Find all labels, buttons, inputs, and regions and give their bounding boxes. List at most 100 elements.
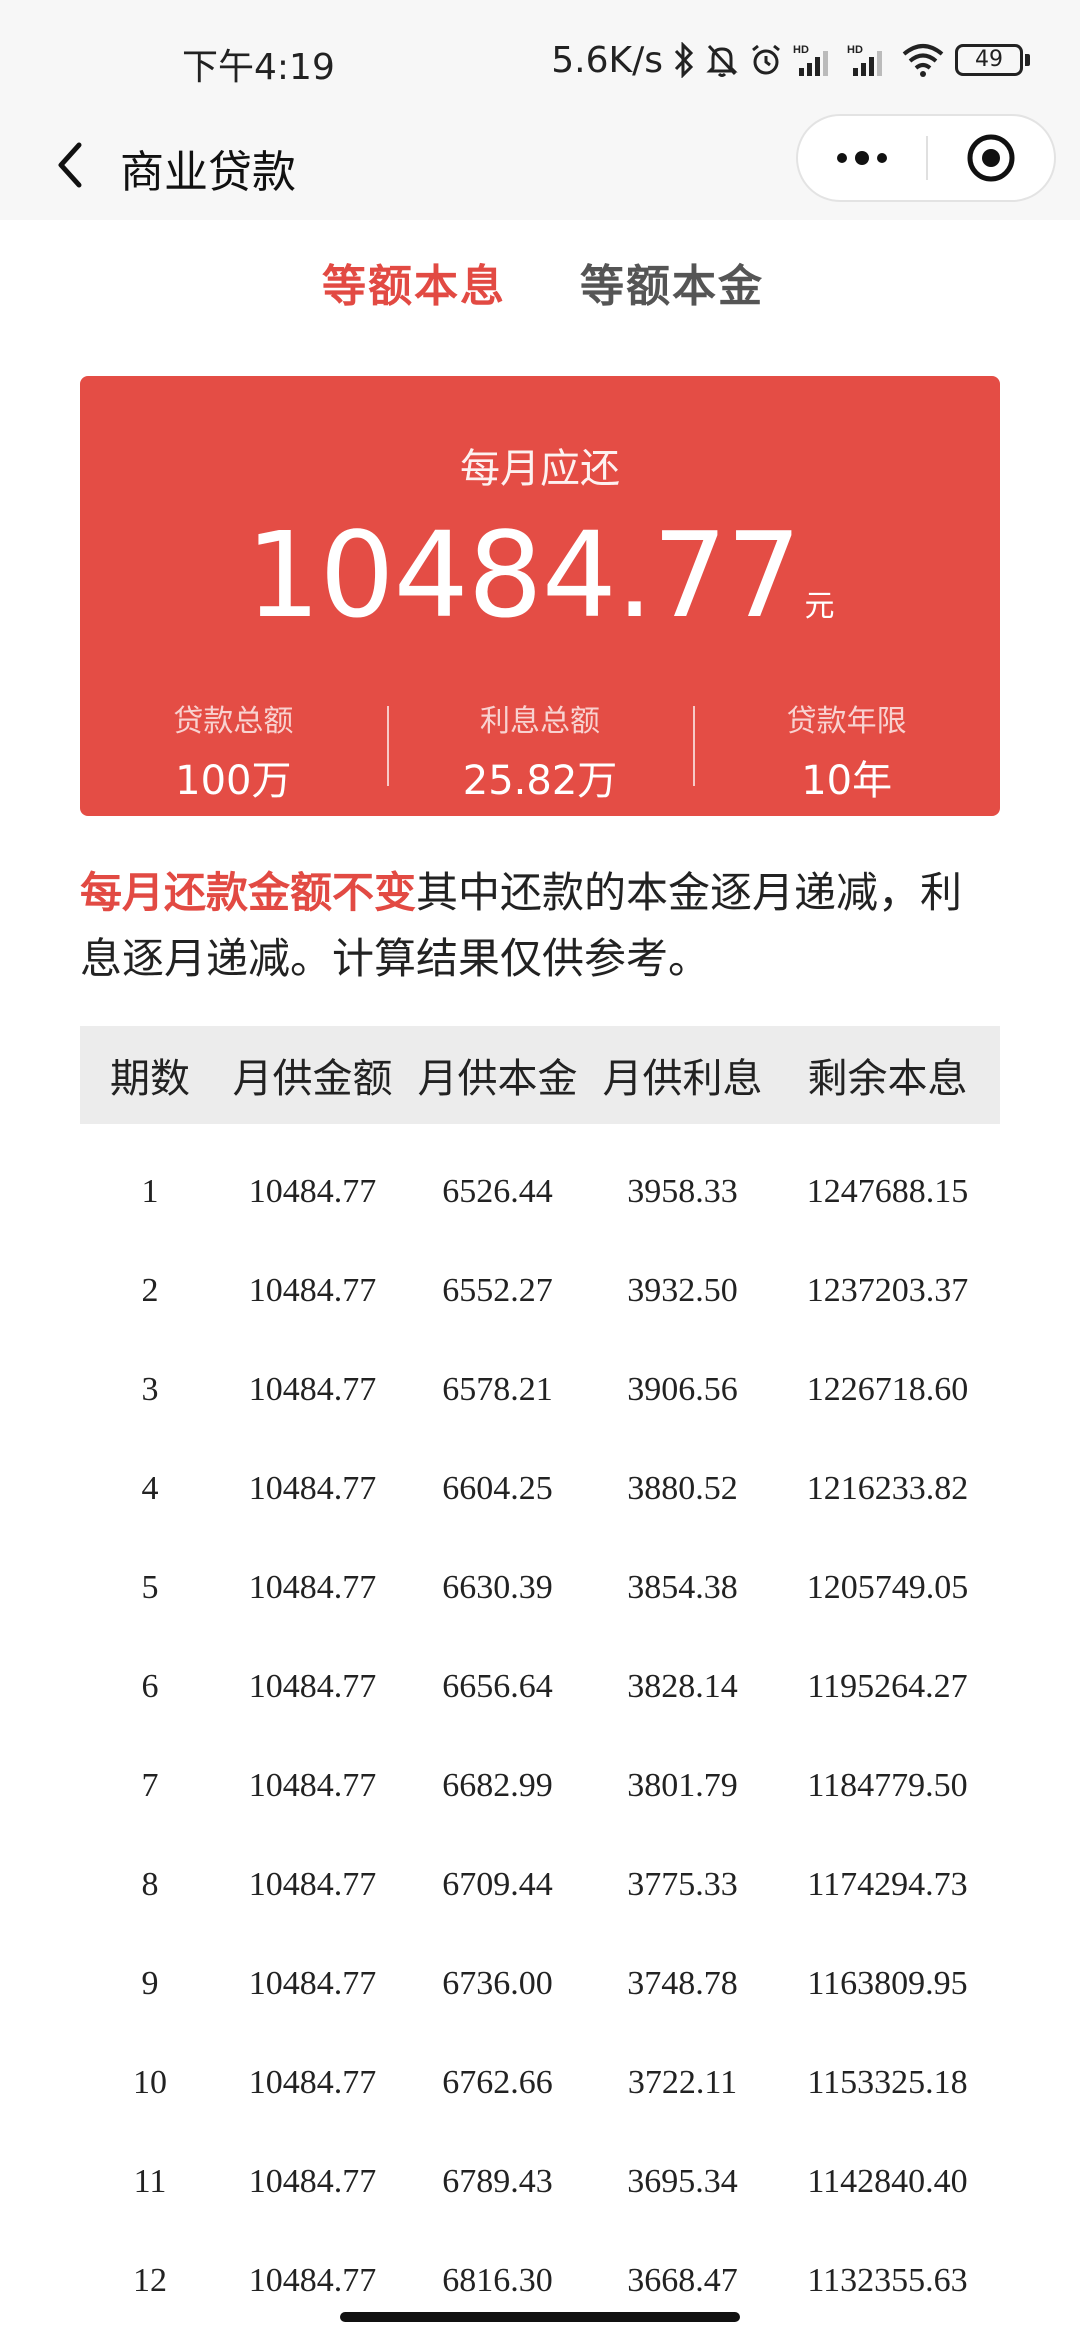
chevron-left-icon [58, 142, 82, 188]
explanation-note: 每月还款金额不变其中还款的本金逐月递减，利息逐月递减。计算结果仅供参考。 [80, 860, 1000, 992]
status-icons: 5.6K/s HD HD 49 [551, 36, 1030, 84]
cell-principal: 6762.66 [442, 2063, 553, 2101]
cell-interest: 3958.33 [627, 1172, 738, 1210]
cell-principal: 6816.30 [442, 2261, 553, 2299]
cell-period: 5 [141, 1568, 159, 1606]
more-dots-icon [837, 153, 847, 163]
table-row: 6 10484.77 6656.64 3828.14 1195264.27 [80, 1637, 1000, 1736]
stat-interest-total: 利息总额 25.82万 [386, 696, 694, 804]
cell-payment: 10484.77 [248, 2261, 377, 2299]
cell-remaining: 1216233.82 [806, 1469, 969, 1507]
cell-payment: 10484.77 [248, 2063, 377, 2101]
stat-label: 贷款年限 [786, 704, 907, 739]
table-row: 11 10484.77 6789.43 3695.34 1142840.40 [80, 2132, 1000, 2231]
monthly-payment: 10484.77 元 [80, 506, 1000, 644]
cell-principal: 6682.99 [442, 1766, 553, 1804]
monthly-payment-unit: 元 [804, 589, 835, 624]
cell-remaining: 1237203.37 [806, 1271, 969, 1309]
tab-equal-installment[interactable]: 等额本息 [322, 250, 506, 314]
table-header: 期数 月供金额 月供本金 月供利息 剩余本息 [80, 1026, 1000, 1124]
cell-period: 7 [141, 1766, 159, 1804]
mini-program-capsule [796, 114, 1056, 202]
table-row: 10 10484.77 6762.66 3722.11 1153325.18 [80, 2033, 1000, 2132]
table-row: 4 10484.77 6604.25 3880.52 1216233.82 [80, 1439, 1000, 1538]
cell-principal: 6552.27 [442, 1271, 553, 1309]
table-row: 9 10484.77 6736.00 3748.78 1163809.95 [80, 1934, 1000, 2033]
table-row: 8 10484.77 6709.44 3775.33 1174294.73 [80, 1835, 1000, 1934]
stat-label: 利息总额 [480, 704, 600, 739]
cell-interest: 3828.14 [627, 1667, 738, 1705]
page-title: 商业贷款 [120, 147, 296, 198]
cell-remaining: 1174294.73 [807, 1865, 968, 1903]
tab-equal-principal[interactable]: 等额本金 [580, 250, 764, 314]
more-button[interactable] [798, 116, 926, 200]
table-row: 5 10484.77 6630.39 3854.38 1205749.05 [80, 1538, 1000, 1637]
cell-principal: 6789.43 [442, 2162, 553, 2200]
cell-remaining: 1142840.40 [807, 2162, 968, 2200]
cell-remaining: 1226718.60 [806, 1370, 969, 1408]
status-bar: 下午4:19 5.6K/s HD HD 49 [0, 0, 1080, 120]
cell-principal: 6604.25 [442, 1469, 553, 1507]
cell-period: 11 [133, 2162, 167, 2200]
cell-remaining: 1195264.27 [807, 1667, 968, 1705]
cell-remaining: 1184779.50 [807, 1766, 968, 1804]
cell-interest: 3854.38 [627, 1568, 738, 1606]
cell-remaining: 1247688.15 [806, 1172, 969, 1210]
note-highlight: 每月还款金额不变 [80, 868, 417, 917]
cell-remaining: 1153325.18 [807, 2063, 968, 2101]
stat-value: 10年 [801, 758, 893, 804]
cell-interest: 3801.79 [627, 1766, 738, 1804]
cell-payment: 10484.77 [248, 1766, 377, 1804]
cell-payment: 10484.77 [248, 1370, 377, 1408]
cell-payment: 10484.77 [248, 1568, 377, 1606]
cell-period: 3 [141, 1370, 159, 1408]
cell-principal: 6709.44 [442, 1865, 553, 1903]
cell-payment: 10484.77 [248, 1667, 377, 1705]
header-remaining: 剩余本息 [807, 1056, 968, 1102]
cell-period: 9 [141, 1964, 159, 2002]
cell-interest: 3722.11 [627, 2063, 738, 2101]
table-row: 7 10484.77 6682.99 3801.79 1184779.50 [80, 1736, 1000, 1835]
cell-principal: 6578.21 [442, 1370, 553, 1408]
stat-loan-term: 贷款年限 10年 [693, 696, 1000, 804]
cell-interest: 3668.47 [627, 2261, 738, 2299]
cell-remaining: 1163809.95 [807, 1964, 968, 2002]
cell-interest: 3775.33 [627, 1865, 738, 1903]
summary-stats: 贷款总额 100万 利息总额 25.82万 贷款年限 10年 [80, 696, 1000, 804]
close-button[interactable] [928, 116, 1054, 200]
cell-payment: 10484.77 [248, 1865, 377, 1903]
home-indicator[interactable] [340, 2312, 740, 2322]
battery-level: 49 [955, 44, 1023, 76]
cell-principal: 6656.64 [442, 1667, 553, 1705]
table-body: 1 10484.77 6526.44 3958.33 1247688.15 2 10484.… [80, 1142, 1000, 2330]
signal-hd-icon: HD [793, 40, 837, 80]
cell-interest: 3748.78 [627, 1964, 738, 2002]
cell-remaining: 1205749.05 [806, 1568, 969, 1606]
cell-period: 8 [141, 1865, 159, 1903]
cell-interest: 3932.50 [627, 1271, 738, 1309]
signal-hd-icon: HD [847, 40, 891, 80]
cell-interest: 3880.52 [627, 1469, 738, 1507]
back-button[interactable] [36, 130, 106, 200]
cell-period: 10 [133, 2063, 167, 2101]
header-principal: 月供本金 [417, 1056, 578, 1102]
monthly-payment-label: 每月应还 [460, 446, 620, 492]
calc-mode-tabs: 等额本息 等额本金 [0, 250, 1080, 320]
network-speed: 5.6K/s [551, 39, 663, 81]
cell-principal: 6526.44 [442, 1172, 553, 1210]
stat-value: 100万 [175, 758, 292, 804]
monthly-payment-amount: 10484.77 [245, 506, 801, 644]
battery-icon: 49 [955, 44, 1030, 76]
target-close-icon [967, 134, 1015, 182]
nav-bar: 商业贷款 [0, 110, 1080, 220]
header-monthly-payment: 月供金额 [232, 1056, 393, 1102]
stat-label: 贷款总额 [173, 704, 294, 739]
cell-payment: 10484.77 [248, 1172, 377, 1210]
cell-payment: 10484.77 [248, 1271, 377, 1309]
cell-principal: 6630.39 [442, 1568, 553, 1606]
bluetooth-icon [673, 40, 695, 80]
mute-icon [705, 40, 739, 80]
cell-period: 6 [141, 1667, 159, 1705]
svg-text:HD: HD [793, 44, 809, 56]
wifi-icon [901, 40, 945, 80]
